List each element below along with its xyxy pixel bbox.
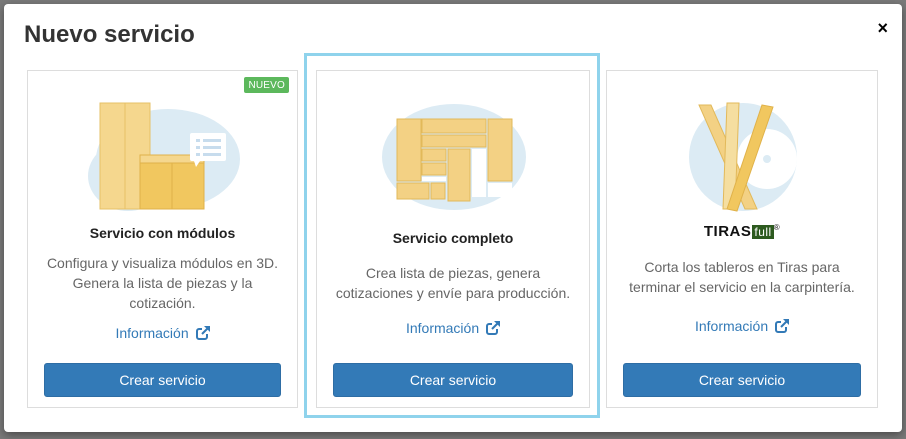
external-link-icon: [195, 326, 210, 340]
info-link-label: Información: [694, 318, 769, 334]
card-description: Corta los tableros en Tiras para termina…: [629, 259, 855, 295]
modal-title: Nuevo servicio: [24, 21, 195, 48]
service-card-complete: Servicio completo Crea lista de piezas, …: [316, 70, 590, 408]
card-description: Configura y visualiza módulos en 3D. Gen…: [46, 255, 279, 311]
close-icon[interactable]: ×: [877, 18, 888, 38]
new-service-modal: Nuevo servicio × NUEVO Servicio con módu…: [4, 4, 902, 432]
info-link[interactable]: Información: [317, 320, 589, 336]
external-link-icon: [486, 321, 501, 335]
card-description: Crea lista de piezas, genera cotizacione…: [335, 265, 571, 301]
logo-text: TIRAS: [703, 223, 752, 240]
service-card-modules: NUEVO Servicio con módulos Configura y v…: [27, 70, 298, 408]
tiras-full-logo: TIRAS full ®: [607, 223, 877, 240]
card-title: Servicio con módulos: [89, 225, 236, 241]
service-card-tiras: TIRAS full ® Corta los tableros en Tiras p…: [606, 70, 878, 408]
cabinet-modules-icon: [88, 102, 240, 211]
info-link-label: Información: [115, 325, 189, 341]
info-link[interactable]: Información: [607, 318, 877, 334]
registered-mark: ®: [773, 223, 781, 232]
cut-list-panels-icon: [382, 104, 526, 210]
card-title: Servicio completo: [392, 230, 514, 246]
create-service-button[interactable]: Crear servicio: [333, 363, 573, 397]
create-service-button[interactable]: Crear servicio: [623, 363, 861, 397]
info-link[interactable]: Información: [28, 325, 297, 341]
info-link-label: Información: [405, 320, 480, 336]
external-link-icon: [775, 319, 790, 333]
logo-suffix: full: [752, 225, 774, 239]
create-service-button[interactable]: Crear servicio: [44, 363, 281, 397]
